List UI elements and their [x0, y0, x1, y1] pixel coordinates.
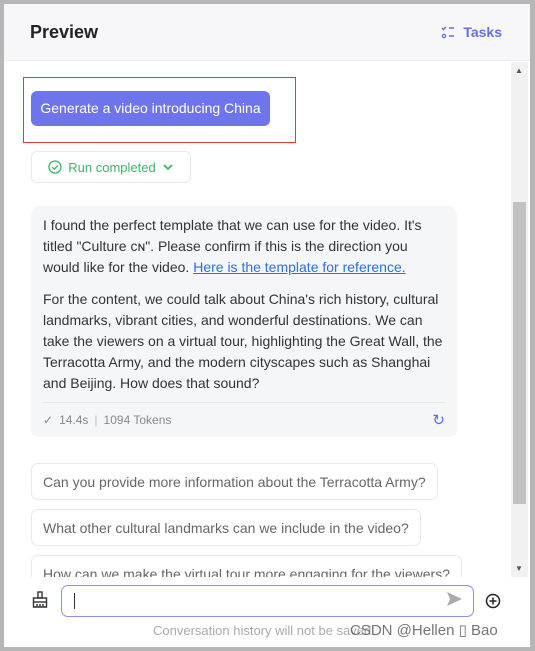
- message-meta: ✓ 14.4s | 1094 Tokens ↻: [43, 402, 445, 437]
- user-message: Generate a video introducing China: [31, 91, 270, 126]
- scrollbar[interactable]: ▲ ▼: [511, 62, 528, 577]
- check-icon: ✓: [43, 412, 54, 427]
- header: Preview Tasks: [4, 4, 530, 61]
- tasks-label: Tasks: [463, 24, 502, 40]
- text-caret: [74, 593, 75, 609]
- scroll-up-arrow[interactable]: ▲: [515, 66, 523, 75]
- history-notice: Conversation history will not be saved: [153, 623, 372, 638]
- suggestion-item[interactable]: Can you provide more information about t…: [31, 463, 438, 500]
- run-status: Run completed: [68, 159, 156, 175]
- tasks-button[interactable]: Tasks: [441, 24, 502, 40]
- chat-input[interactable]: [61, 585, 474, 617]
- suggestion-item[interactable]: What other cultural landmarks can we inc…: [31, 509, 421, 546]
- tasks-icon: [441, 26, 455, 39]
- divider: |: [94, 412, 98, 427]
- reply-text-2: For the content, we could talk about Chi…: [43, 291, 443, 391]
- conversation-area: Generate a video introducing China Run c…: [4, 62, 511, 577]
- assistant-message: I found the perfect template that we can…: [31, 206, 457, 437]
- regenerate-icon[interactable]: ↻: [432, 410, 445, 431]
- watermark: CSDN @Hellen ▯ Bao: [350, 622, 498, 639]
- token-count: 1094 Tokens: [103, 412, 172, 427]
- preview-panel: Preview Tasks Generate a video introduci…: [4, 4, 530, 647]
- scrollbar-thumb[interactable]: [513, 202, 526, 504]
- chevron-down-icon: [163, 164, 173, 171]
- page-title: Preview: [30, 22, 99, 42]
- scroll-down-arrow[interactable]: ▼: [515, 564, 523, 573]
- template-link[interactable]: Here is the template for reference.: [193, 259, 405, 275]
- elapsed-time: 14.4s: [59, 412, 89, 427]
- check-circle-icon: [48, 160, 62, 174]
- suggestion-item[interactable]: How can we make the virtual tour more en…: [31, 555, 462, 577]
- run-status-toggle[interactable]: Run completed: [31, 151, 191, 183]
- clear-brush-icon[interactable]: [32, 591, 48, 609]
- send-icon[interactable]: [445, 590, 463, 608]
- add-icon[interactable]: [485, 593, 501, 609]
